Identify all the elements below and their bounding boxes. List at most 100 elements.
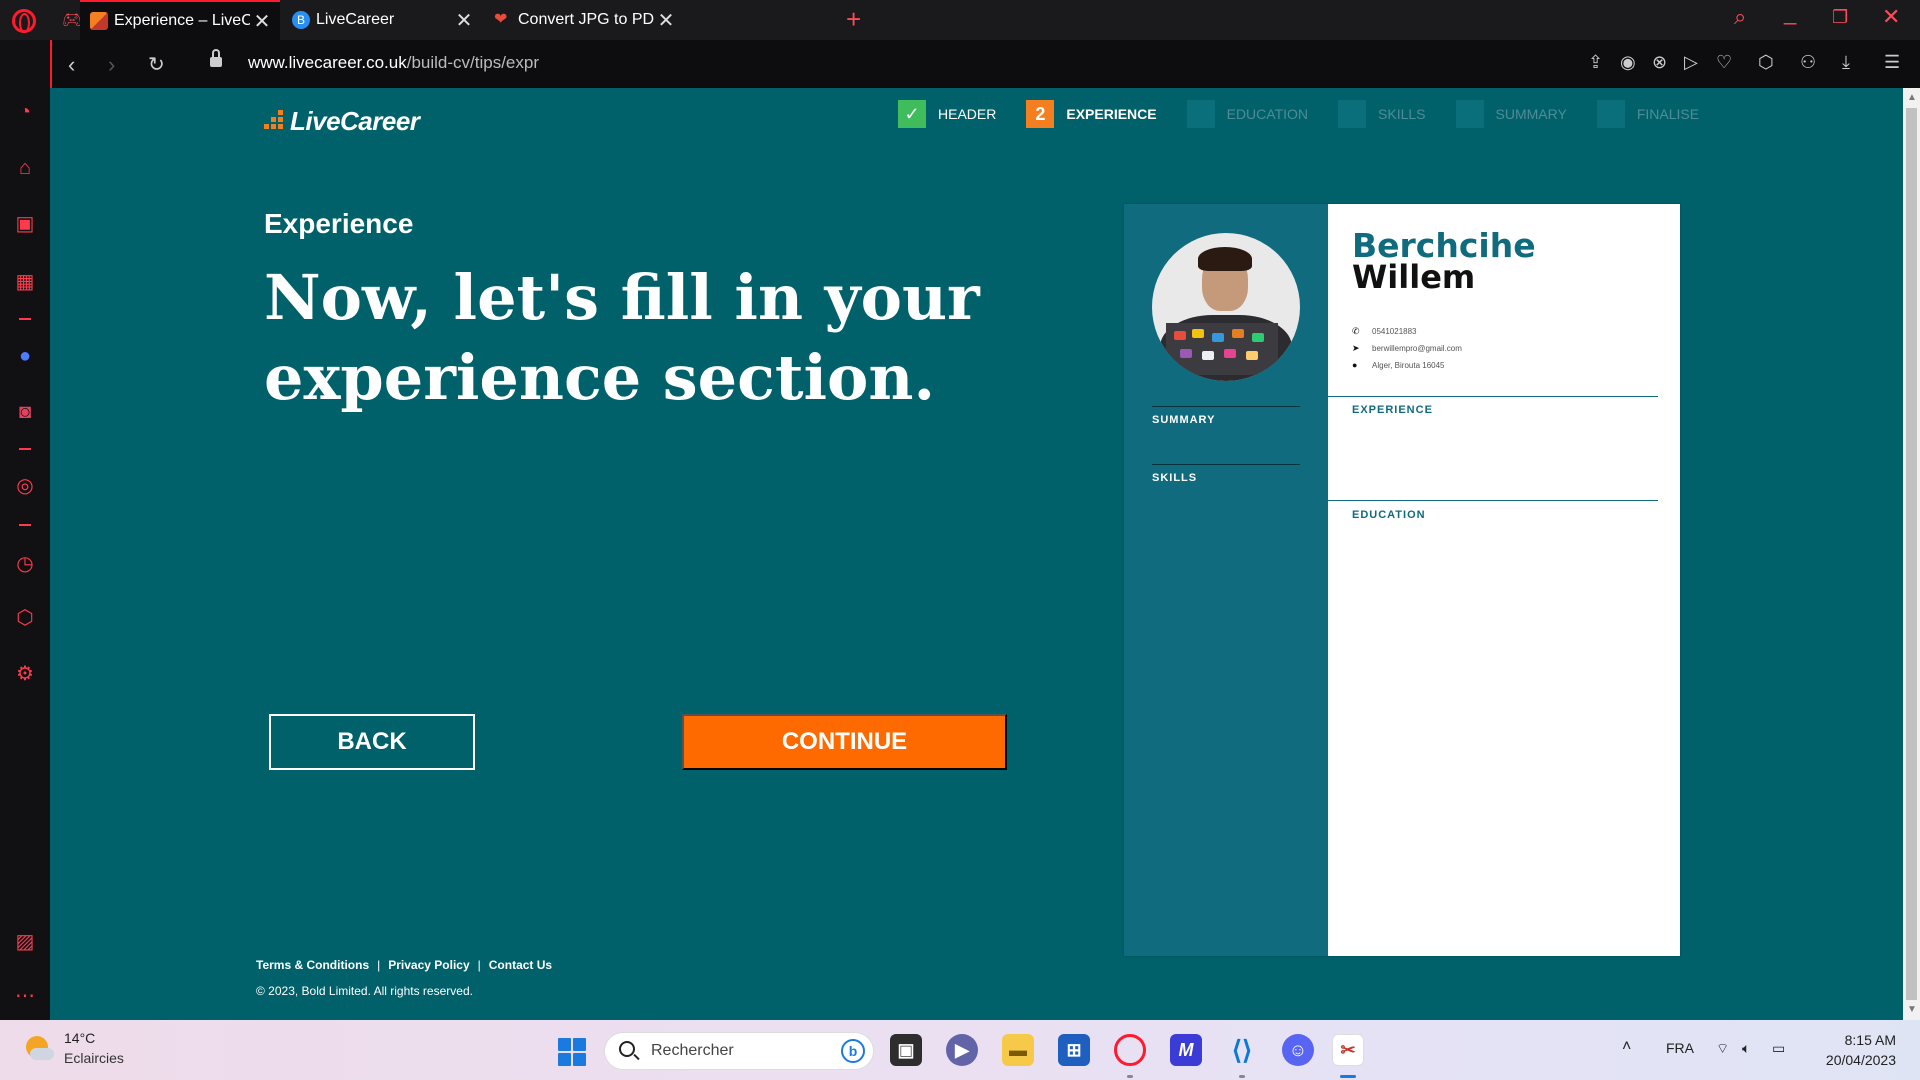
clock-time: 8:15 AM	[1844, 1032, 1896, 1048]
close-tab-icon[interactable]: ✕	[654, 8, 678, 33]
cv-phone: ✆ 0541021883	[1352, 326, 1417, 336]
livecareer-favicon	[90, 12, 108, 30]
close-tab-icon[interactable]: ✕	[250, 9, 274, 34]
speed-dial-icon[interactable]: ◔	[13, 100, 37, 124]
wifi-icon[interactable]: ⌔	[1716, 1040, 1729, 1058]
restore-button[interactable]: ❐	[1832, 7, 1848, 28]
page-headline: Now, let's fill in your experience secti…	[264, 261, 980, 414]
instagram-icon[interactable]: ◙	[13, 400, 37, 424]
system-clock[interactable]: 8:15 AM 20/04/2023	[1800, 1030, 1896, 1070]
volume-icon[interactable]: 🔈︎	[1742, 1040, 1750, 1057]
cv-email: ➤ berwillempro@gmail.com	[1352, 343, 1462, 353]
battery-icon[interactable]: ▭	[1772, 1040, 1785, 1057]
cube-icon[interactable]: ⬡	[1758, 52, 1774, 73]
step-label: EXPERIENCE	[1066, 106, 1157, 122]
step-label: SKILLS	[1378, 106, 1426, 122]
contact-link[interactable]: Contact Us	[489, 958, 552, 972]
share-icon[interactable]: ⇪	[1588, 52, 1603, 73]
teams-chat-icon[interactable]: ▶	[946, 1034, 978, 1066]
taskbar-search[interactable]: Rechercher b	[604, 1032, 874, 1070]
weather-description[interactable]: Eclaircies	[64, 1050, 124, 1066]
address-bar: ‹ › ↻ www.livecareer.co.uk/build-cv/tips…	[50, 40, 1920, 88]
back-button[interactable]: BACK	[269, 714, 475, 770]
weather-partly-sunny-icon[interactable]	[24, 1034, 54, 1064]
step-finalise: FINALISE	[1596, 100, 1699, 128]
extensions-icon[interactable]: ⬡	[13, 606, 37, 630]
language-indicator[interactable]: FRA	[1666, 1040, 1694, 1056]
snipping-tool-icon[interactable]: ✂	[1332, 1034, 1364, 1066]
continue-button[interactable]: CONTINUE	[682, 714, 1007, 770]
livecareer-logo[interactable]: LiveCareer	[264, 106, 420, 137]
settings-gear-icon[interactable]: ⚙	[13, 662, 37, 686]
progress-steps: ✓ HEADER 2 EXPERIENCE EDUCATION SKILLS S…	[898, 100, 1729, 128]
livecareer-page: LiveCareer ✓ HEADER 2 EXPERIENCE EDUCATI…	[50, 88, 1903, 1020]
scroll-down-icon[interactable]: ▼	[1907, 1004, 1917, 1015]
cv-summary-heading: SUMMARY	[1152, 414, 1216, 426]
close-tab-icon[interactable]: ✕	[452, 8, 476, 33]
microsoft-store-icon[interactable]: ⊞	[1058, 1034, 1090, 1066]
ram-limiter-icon[interactable]: ▦	[13, 270, 37, 294]
cv-skills-heading: SKILLS	[1152, 472, 1198, 484]
forward-nav-icon[interactable]: ›	[108, 52, 115, 78]
adblock-icon[interactable]: ⊗	[1652, 52, 1667, 73]
history-icon[interactable]: ◷	[13, 552, 37, 576]
lock-icon[interactable]	[210, 49, 222, 68]
show-hidden-icons-chevron-icon[interactable]: ˄	[1622, 1038, 1631, 1056]
scroll-thumb[interactable]	[1906, 108, 1917, 1000]
minimize-button[interactable]: _	[1784, 0, 1796, 26]
search-icon	[619, 1041, 635, 1057]
step-number: 2	[1026, 100, 1055, 128]
step-box	[1455, 100, 1484, 128]
paper-plane-icon: ➤	[1352, 343, 1360, 353]
back-nav-icon[interactable]: ‹	[68, 52, 75, 78]
settings-sliders-icon[interactable]: ☰	[1884, 52, 1900, 73]
windows-start-icon[interactable]	[558, 1038, 586, 1066]
more-options-icon[interactable]: ⋯	[13, 984, 37, 1008]
copyright-text: © 2023, Bold Limited. All rights reserve…	[256, 984, 473, 998]
bing-icon[interactable]: b	[841, 1039, 865, 1063]
step-label: SUMMARY	[1495, 106, 1567, 122]
weather-temperature[interactable]: 14°C	[64, 1030, 95, 1046]
cv-preview[interactable]: SUMMARY SKILLS Berchcihe Willem ✆ 0541021…	[1124, 204, 1680, 956]
step-experience[interactable]: 2 EXPERIENCE	[1026, 100, 1157, 128]
discord-icon[interactable]: ☺	[1282, 1034, 1314, 1066]
send-icon[interactable]: ▷	[1684, 52, 1698, 73]
camera-icon[interactable]: ◉	[1620, 52, 1636, 73]
page-scrollbar[interactable]: ▲ ▼	[1903, 88, 1920, 1020]
wallpaper-icon[interactable]: ▨	[13, 930, 37, 954]
tab-convert-jpg[interactable]: ❤ Convert JPG to PDF. Image ✕	[484, 0, 684, 40]
download-icon[interactable]: ⤓	[1842, 52, 1850, 73]
url-field[interactable]: www.livecareer.co.uk/build-cv/tips/expr	[248, 53, 539, 73]
heart-icon[interactable]: ♡	[1716, 52, 1732, 73]
terms-link[interactable]: Terms & Conditions	[256, 958, 369, 972]
twitch-icon[interactable]: ▣	[13, 212, 37, 236]
search-placeholder: Rechercher	[651, 1042, 734, 1059]
file-explorer-icon[interactable]: ▬	[1002, 1034, 1034, 1066]
m-app-icon[interactable]: M	[1170, 1034, 1202, 1066]
clock-date: 20/04/2023	[1825, 1052, 1896, 1068]
scroll-up-icon[interactable]: ▲	[1907, 92, 1917, 103]
new-tab-button[interactable]: +	[846, 4, 861, 35]
messenger-icon[interactable]: ●	[13, 344, 37, 368]
opera-menu-icon[interactable]	[12, 9, 36, 33]
shopping-icon[interactable]: ⌂	[13, 156, 37, 180]
vscode-icon[interactable]: ⟨⟩	[1226, 1034, 1258, 1066]
tab-experience-livecareer[interactable]: Experience – LiveCareer ✕	[80, 0, 280, 40]
reload-icon[interactable]: ↻	[148, 52, 165, 77]
search-tabs-icon[interactable]: ⌕	[1734, 4, 1746, 30]
player-icon[interactable]: ◎	[13, 474, 37, 498]
active-app-indicator	[1340, 1075, 1356, 1078]
privacy-link[interactable]: Privacy Policy	[388, 958, 469, 972]
cv-divider	[1152, 406, 1300, 407]
step-summary: SUMMARY	[1455, 100, 1567, 128]
step-header[interactable]: ✓ HEADER	[898, 100, 996, 128]
task-view-icon[interactable]: ▣	[890, 1034, 922, 1066]
cv-divider	[1328, 500, 1658, 501]
profile-icon[interactable]: ⚇	[1800, 52, 1816, 73]
cv-address: ● Alger, Birouta 16045	[1352, 360, 1445, 370]
section-label: Experience	[264, 208, 414, 239]
tab-livecareer[interactable]: B LiveCareer ✕	[282, 0, 482, 40]
cv-divider	[1328, 396, 1658, 397]
close-window-button[interactable]: ✕	[1882, 4, 1900, 30]
opera-browser-icon[interactable]	[1114, 1034, 1146, 1066]
